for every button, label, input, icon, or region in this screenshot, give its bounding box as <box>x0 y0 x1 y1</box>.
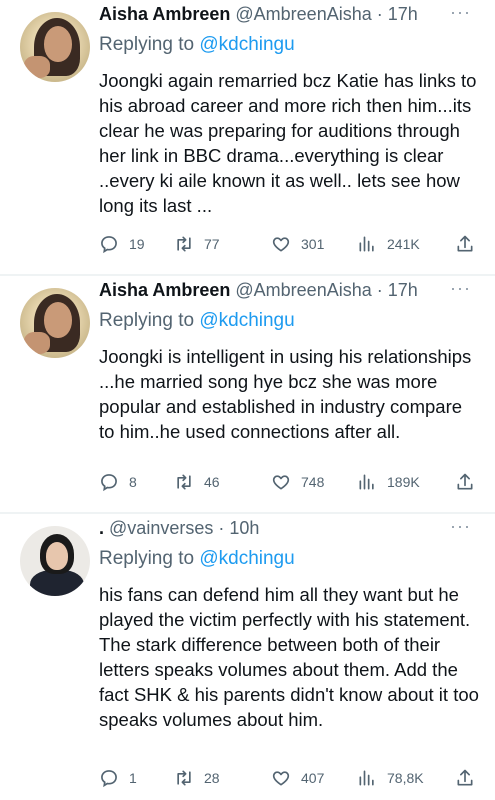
like-count: 748 <box>301 474 325 490</box>
reply-handle-link[interactable]: @kdchingu <box>199 310 294 331</box>
reply-handle-link[interactable]: @kdchingu <box>199 548 294 569</box>
timestamp[interactable]: 17h <box>388 4 418 24</box>
reply-button[interactable]: 19 <box>99 234 174 254</box>
share-icon <box>457 235 473 252</box>
replying-to-label: Replying to <box>99 548 195 569</box>
views-button[interactable]: 189K <box>357 472 454 492</box>
tweet-content: . @vainverses · 10h ··· Replying to @kdc… <box>99 514 481 732</box>
reply-handle-link[interactable]: @kdchingu <box>199 34 294 55</box>
retweet-icon <box>177 236 191 252</box>
reply-count: 1 <box>129 770 137 786</box>
separator: · <box>218 518 225 538</box>
reply-count: 8 <box>129 474 137 490</box>
retweet-count: 28 <box>204 770 220 786</box>
avatar[interactable] <box>20 12 90 82</box>
retweet-count: 46 <box>204 474 220 490</box>
action-bar: 19 77 301 241K <box>99 234 481 254</box>
like-button[interactable]: 407 <box>271 768 357 788</box>
reply-button[interactable]: 1 <box>99 768 174 788</box>
reply-icon <box>101 474 117 492</box>
action-bar: 8 46 748 189K <box>99 472 481 492</box>
share-button[interactable] <box>455 472 475 492</box>
action-bar: 1 28 407 78,8K <box>99 768 481 788</box>
like-count: 407 <box>301 770 325 786</box>
replying-to: Replying to @kdchingu <box>99 310 481 336</box>
like-button[interactable]: 301 <box>271 234 357 254</box>
retweet-button[interactable]: 28 <box>174 768 271 788</box>
views-icon <box>359 236 374 252</box>
replying-to-label: Replying to <box>99 310 195 331</box>
tweet-content: Aisha Ambreen @AmbreenAisha · 17h ··· Re… <box>99 276 481 444</box>
replying-to-label: Replying to <box>99 34 195 55</box>
views-icon <box>359 770 374 786</box>
avatar-hand <box>24 332 50 354</box>
tweet[interactable]: Aisha Ambreen @AmbreenAisha · 17h ··· Re… <box>0 0 495 276</box>
avatar-hand <box>24 56 50 78</box>
display-name[interactable]: . <box>99 518 104 538</box>
like-icon <box>272 237 290 252</box>
timestamp[interactable]: 17h <box>388 280 418 300</box>
views-button[interactable]: 78,8K <box>357 768 454 788</box>
views-icon <box>359 474 374 490</box>
share-button[interactable] <box>455 234 475 254</box>
reply-button[interactable]: 8 <box>99 472 174 492</box>
like-button[interactable]: 748 <box>271 472 357 492</box>
view-count: 78,8K <box>387 770 424 786</box>
tweet-text: Joongki is intelligent in using his rela… <box>99 346 472 442</box>
retweet-button[interactable]: 46 <box>174 472 271 492</box>
separator: · <box>376 280 383 300</box>
separator: · <box>376 4 383 24</box>
avatar-face <box>44 26 72 62</box>
reply-icon <box>101 236 117 254</box>
avatar-face <box>44 302 72 338</box>
like-count: 301 <box>301 236 325 252</box>
like-icon <box>272 475 290 490</box>
retweet-count: 77 <box>204 236 220 252</box>
avatar-face <box>46 542 68 570</box>
handle[interactable]: @AmbreenAisha <box>235 280 371 300</box>
reply-icon <box>101 770 117 788</box>
tweet[interactable]: Aisha Ambreen @AmbreenAisha · 17h ··· Re… <box>0 276 495 514</box>
views-button[interactable]: 241K <box>357 234 454 254</box>
tweet-text: Joongki again remarried bcz Katie has li… <box>99 70 477 216</box>
timestamp[interactable]: 10h <box>229 518 259 538</box>
view-count: 241K <box>387 236 420 252</box>
retweet-icon <box>177 770 191 786</box>
avatar[interactable] <box>20 288 90 358</box>
replying-to: Replying to @kdchingu <box>99 34 481 60</box>
more-icon[interactable]: ··· <box>450 278 471 299</box>
like-icon <box>272 771 290 786</box>
more-icon[interactable]: ··· <box>450 516 471 537</box>
share-button[interactable] <box>455 768 475 788</box>
display-name[interactable]: Aisha Ambreen <box>99 4 230 24</box>
share-icon <box>457 473 473 490</box>
display-name[interactable]: Aisha Ambreen <box>99 280 230 300</box>
tweet-header: . @vainverses · 10h ··· <box>99 516 481 544</box>
tweet-header: Aisha Ambreen @AmbreenAisha · 17h ··· <box>99 2 481 30</box>
share-icon <box>457 769 473 786</box>
handle[interactable]: @vainverses <box>109 518 213 538</box>
more-icon[interactable]: ··· <box>450 2 471 23</box>
tweet-content: Aisha Ambreen @AmbreenAisha · 17h ··· Re… <box>99 0 481 218</box>
replying-to: Replying to @kdchingu <box>99 548 481 574</box>
tweet-header: Aisha Ambreen @AmbreenAisha · 17h ··· <box>99 278 481 306</box>
avatar[interactable] <box>20 526 90 596</box>
reply-count: 19 <box>129 236 145 252</box>
handle[interactable]: @AmbreenAisha <box>235 4 371 24</box>
tweet-text: his fans can defend him all they want bu… <box>99 584 479 730</box>
retweet-icon <box>177 474 191 490</box>
retweet-button[interactable]: 77 <box>174 234 271 254</box>
view-count: 189K <box>387 474 420 490</box>
tweet[interactable]: . @vainverses · 10h ··· Replying to @kdc… <box>0 514 495 800</box>
